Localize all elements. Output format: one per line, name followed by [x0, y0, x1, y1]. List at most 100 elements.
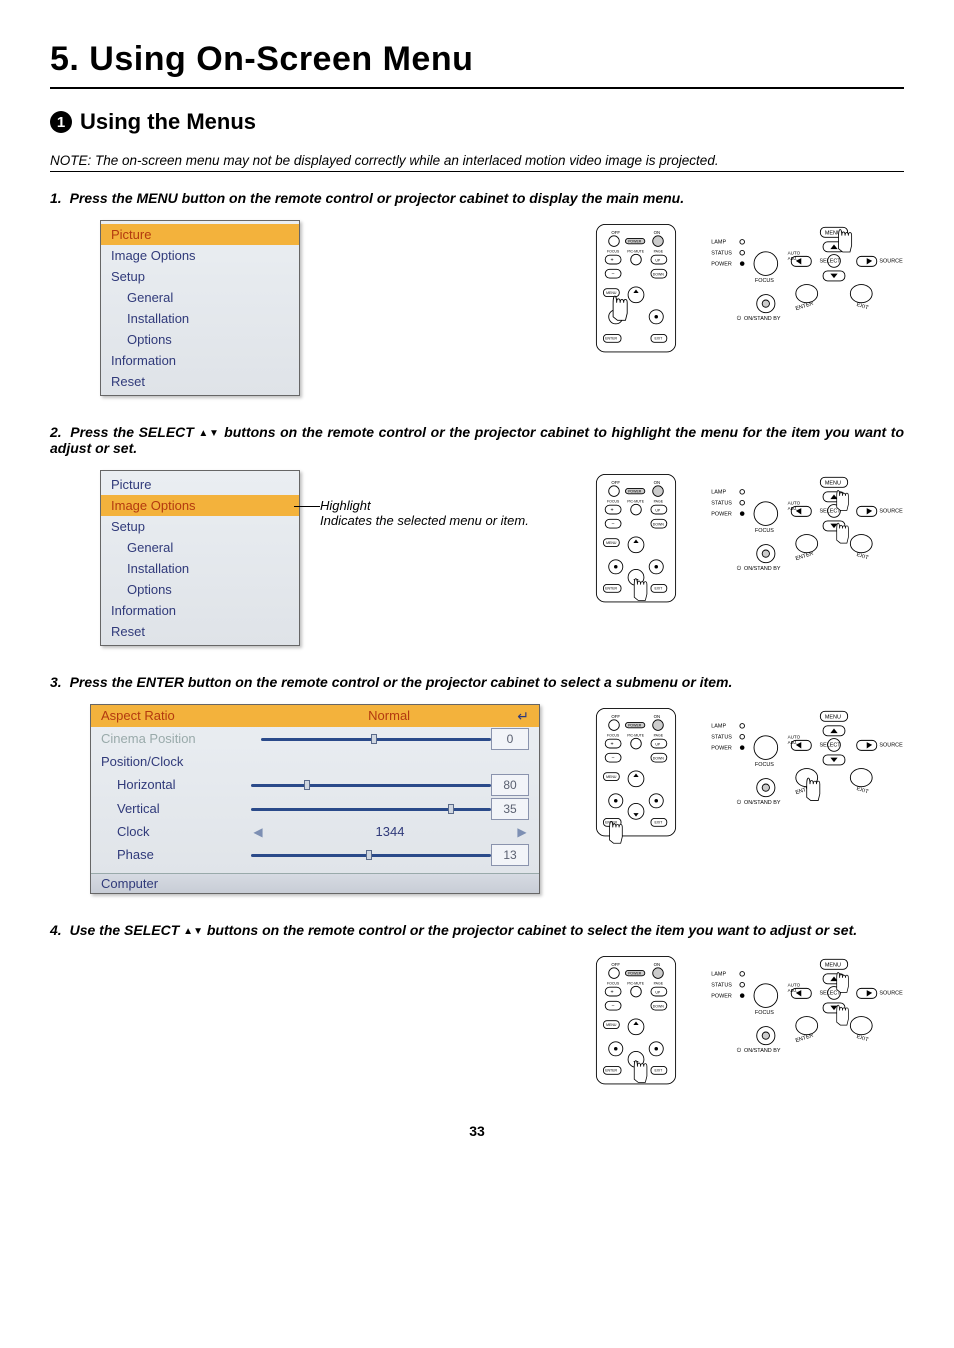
submenu-horizontal: Horizontal — [117, 775, 251, 795]
svg-text:LAMP: LAMP — [711, 240, 726, 246]
svg-text:⏻: ⏻ — [737, 565, 742, 572]
svg-text:FOCUS: FOCUS — [607, 982, 620, 986]
svg-text:+: + — [610, 741, 613, 747]
svg-text:⏻: ⏻ — [737, 1047, 742, 1054]
svg-text:EXIT: EXIT — [654, 587, 663, 591]
svg-text:ENTER: ENTER — [795, 551, 814, 562]
submenu-aspect-ratio: Aspect Ratio — [101, 706, 261, 726]
svg-text:AUTO: AUTO — [788, 251, 801, 256]
svg-text:FOCUS: FOCUS — [755, 278, 774, 284]
panel-diagram-4: LAMP STATUS POWER FOCUS ⏻ ON/STAND BY ME… — [704, 952, 904, 1061]
svg-text:STATUS: STATUS — [711, 501, 732, 507]
svg-text:UP: UP — [655, 508, 661, 512]
svg-text:LAMP: LAMP — [711, 490, 726, 496]
page-title: 5. Using On-Screen Menu — [50, 40, 904, 79]
svg-text:ADJ.: ADJ. — [788, 506, 798, 511]
triangle-up-down-icon: ▲▼ — [183, 926, 203, 937]
submenu-vertical-value: 35 — [491, 798, 529, 820]
menu-information: Information — [101, 600, 299, 621]
svg-text:OFF: OFF — [611, 230, 620, 235]
svg-text:PAGE: PAGE — [654, 500, 664, 504]
svg-text:FOCUS: FOCUS — [755, 1010, 774, 1016]
step-4: 4. Use the SELECT ▲▼ buttons on the remo… — [50, 922, 904, 938]
svg-text:POWER: POWER — [711, 511, 732, 517]
svg-text:EXIT: EXIT — [856, 302, 870, 312]
svg-text:OFF: OFF — [611, 714, 620, 719]
submenu-phase: Phase — [117, 845, 251, 865]
svg-text:UP: UP — [655, 258, 661, 262]
svg-text:DOWN: DOWN — [653, 522, 665, 526]
svg-text:OFF: OFF — [611, 480, 620, 485]
svg-text:POWER: POWER — [628, 971, 642, 975]
svg-text:POWER: POWER — [711, 745, 732, 751]
svg-text:OFF: OFF — [611, 962, 620, 967]
svg-text:POWER: POWER — [628, 239, 642, 243]
menu-reset: Reset — [101, 371, 299, 392]
panel-diagram-3: LAMP STATUS POWER FOCUS ⏻ ON/STAND BY ME… — [704, 704, 904, 813]
svg-text:MENU: MENU — [606, 541, 617, 545]
svg-text:DOWN: DOWN — [653, 272, 665, 276]
menu-image-options-highlighted: Image Options — [101, 495, 299, 516]
svg-text:AUTO: AUTO — [788, 735, 801, 740]
svg-text:PIC-MUTE: PIC-MUTE — [627, 250, 645, 254]
svg-text:DOWN: DOWN — [653, 756, 665, 760]
panel-diagram-2: LAMP STATUS POWER FOCUS ⏻ ON/STAND BY ME… — [704, 470, 904, 579]
submenu-clock: Clock — [117, 822, 251, 842]
highlight-annotation: Highlight Indicates the selected menu or… — [320, 470, 529, 528]
svg-text:ENTER: ENTER — [605, 1069, 617, 1073]
svg-text:SELECT: SELECT — [819, 259, 841, 265]
svg-text:MENU: MENU — [606, 775, 617, 779]
svg-text:SELECT: SELECT — [819, 991, 841, 997]
svg-text:POWER: POWER — [628, 723, 642, 727]
svg-text:PAGE: PAGE — [654, 734, 664, 738]
submenu-phase-value: 13 — [491, 844, 529, 866]
svg-text:ENTER: ENTER — [795, 1033, 814, 1044]
menu-setup: Setup — [101, 266, 299, 287]
submenu-horizontal-value: 80 — [491, 774, 529, 796]
svg-text:PAGE: PAGE — [654, 250, 664, 254]
section-heading: 1 Using the Menus — [50, 109, 904, 135]
svg-text:−: − — [611, 1003, 614, 1009]
svg-text:+: + — [610, 507, 613, 513]
svg-text:POWER: POWER — [628, 489, 642, 493]
annotation-line1: Highlight — [320, 498, 529, 513]
svg-text:UP: UP — [655, 742, 661, 746]
svg-text:PIC-MUTE: PIC-MUTE — [627, 500, 645, 504]
svg-text:ON: ON — [654, 230, 661, 235]
submenu-clock-value: 1344 — [376, 822, 405, 842]
svg-text:ADJ.: ADJ. — [788, 256, 798, 261]
submenu-cinema-value: 0 — [491, 728, 529, 750]
svg-text:PAGE: PAGE — [654, 982, 664, 986]
menu-setup: Setup — [101, 516, 299, 537]
triangle-up-down-icon: ▲▼ — [198, 428, 219, 439]
right-arrow-icon: ▶ — [515, 822, 529, 842]
svg-text:ENTER: ENTER — [605, 587, 617, 591]
divider — [50, 87, 904, 89]
step-1-text: Press the MENU button on the remote cont… — [70, 190, 685, 206]
menu-picture: Picture — [101, 474, 299, 495]
svg-text:ON/STAND BY: ON/STAND BY — [744, 800, 781, 806]
step-2: 2. Press the SELECT ▲▼ buttons on the re… — [50, 424, 904, 456]
menu-options: Options — [101, 579, 299, 600]
svg-text:+: + — [610, 257, 613, 263]
svg-text:AUTO: AUTO — [788, 501, 801, 506]
svg-text:SELECT: SELECT — [819, 509, 841, 515]
step-1: 1. Press the MENU button on the remote c… — [50, 190, 904, 206]
submenu-aspect-ratio-value: Normal — [368, 706, 410, 726]
svg-text:⏻: ⏻ — [737, 799, 742, 806]
svg-text:FOCUS: FOCUS — [607, 500, 620, 504]
svg-text:FOCUS: FOCUS — [607, 734, 620, 738]
svg-text:POWER: POWER — [711, 993, 732, 999]
submenu-vertical: Vertical — [117, 799, 251, 819]
svg-text:EXIT: EXIT — [654, 1069, 663, 1073]
svg-text:⏻: ⏻ — [737, 315, 742, 322]
submenu-cinema-position: Cinema Position — [101, 729, 261, 749]
svg-text:FOCUS: FOCUS — [755, 762, 774, 768]
svg-text:ADJ.: ADJ. — [788, 740, 798, 745]
step-2-num: 2. — [50, 424, 66, 440]
svg-text:PIC-MUTE: PIC-MUTE — [627, 982, 645, 986]
page-number: 33 — [50, 1123, 904, 1139]
menu-general: General — [101, 287, 299, 308]
panel-diagram-1: LAMP STATUS POWER FOCUS ⏻ ON/STAND BY ME… — [704, 220, 904, 329]
svg-text:EXIT: EXIT — [856, 1034, 870, 1044]
